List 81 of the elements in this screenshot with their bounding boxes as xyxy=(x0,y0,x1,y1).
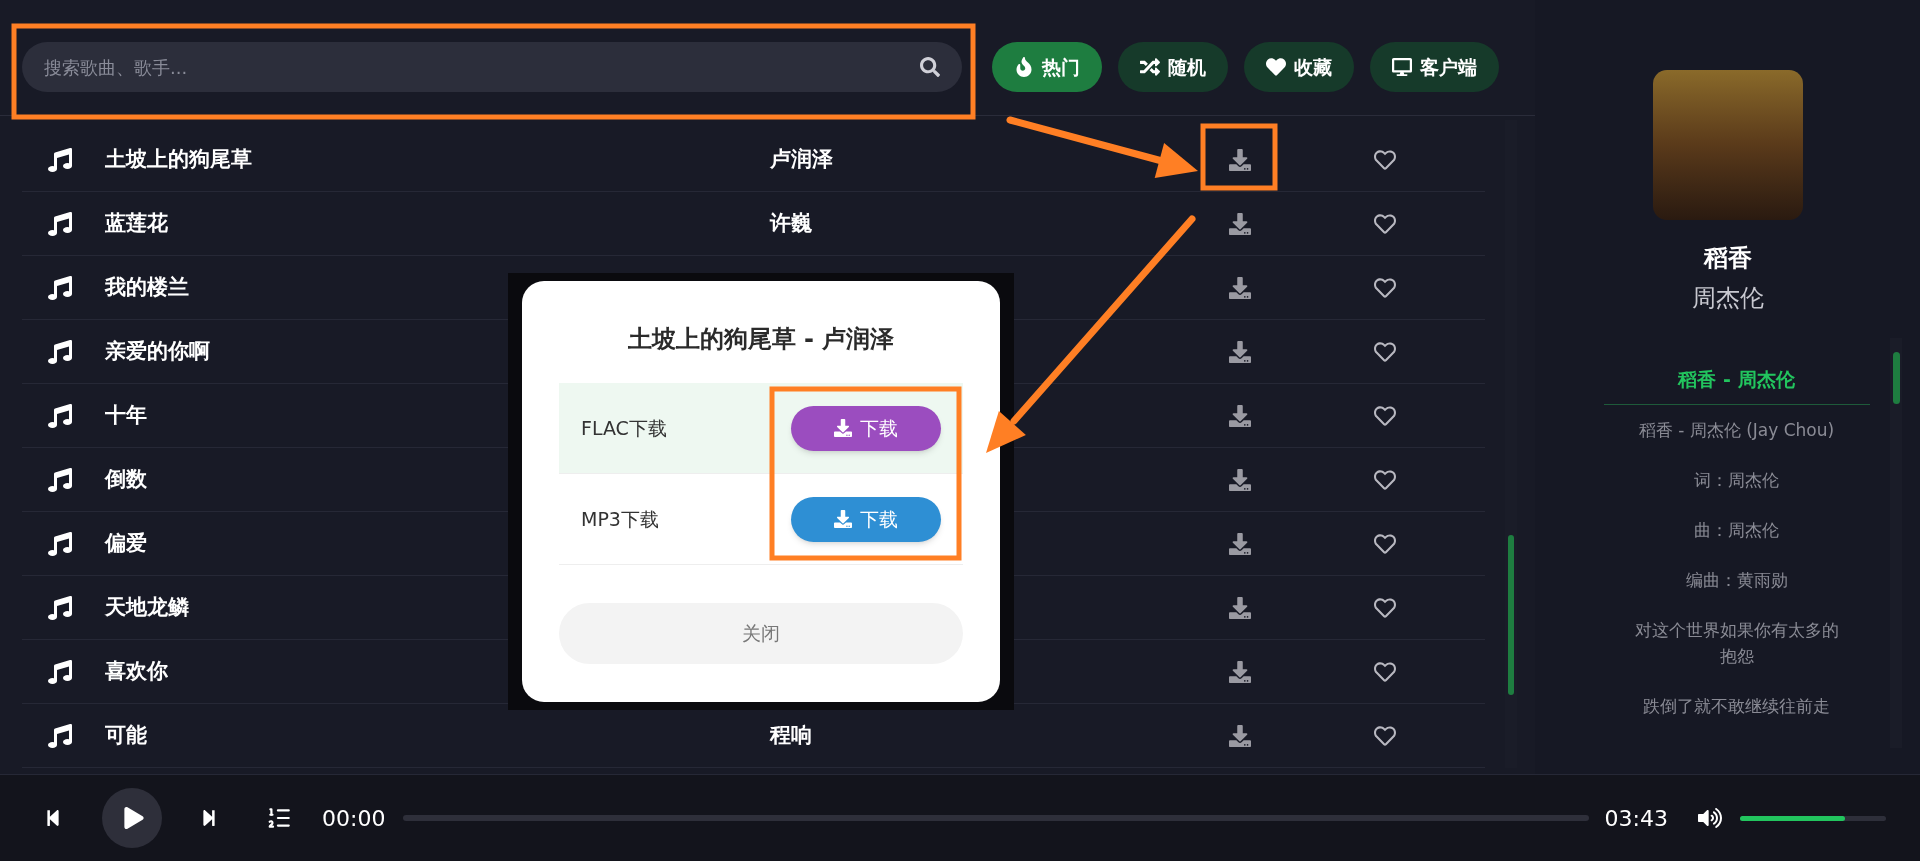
lyric-line: 稻香 - 周杰伦 xyxy=(1603,366,1870,405)
music-note-icon xyxy=(48,147,72,172)
music-note-icon xyxy=(48,211,72,236)
music-note-icon xyxy=(48,659,72,684)
music-note-icon xyxy=(48,275,72,300)
shuffle-icon xyxy=(1140,57,1160,77)
download-button[interactable]: 下载 xyxy=(791,405,941,451)
song-artist: 卢润泽 xyxy=(770,146,833,171)
dialog-title: 土坡上的狗尾草 - 卢润泽 xyxy=(627,324,895,355)
song-artist: 许巍 xyxy=(770,210,812,235)
music-note-icon xyxy=(48,403,72,428)
download-button[interactable]: 下载 xyxy=(791,496,941,542)
song-title: 十年 xyxy=(105,402,147,427)
nav-button[interactable]: 随机 xyxy=(1118,42,1228,92)
scrollbar-thumb[interactable] xyxy=(1508,535,1514,695)
song-artist: 程响 xyxy=(770,722,812,747)
download-icon[interactable] xyxy=(1229,148,1251,171)
song-title: 天地龙鳞 xyxy=(105,594,189,619)
close-button[interactable]: 关闭 xyxy=(559,603,963,664)
song-title: 蓝莲花 xyxy=(105,210,168,235)
volume-icon[interactable] xyxy=(1698,806,1722,830)
download-icon[interactable] xyxy=(1229,340,1251,363)
heart-icon[interactable] xyxy=(1374,660,1396,683)
volume-track[interactable] xyxy=(1740,815,1886,821)
flame-icon xyxy=(1014,57,1034,77)
download-icon[interactable] xyxy=(1229,724,1251,747)
lyric-line: 词：周杰伦 xyxy=(1693,469,1780,492)
search-icon[interactable] xyxy=(920,57,940,77)
playlist-icon[interactable] xyxy=(266,805,292,831)
music-note-icon xyxy=(48,595,72,620)
music-note-icon xyxy=(48,531,72,556)
download-icon[interactable] xyxy=(1229,276,1251,299)
lyric-line: 曲：周杰伦 xyxy=(1693,519,1780,542)
next-icon[interactable] xyxy=(200,809,218,827)
heart-icon[interactable] xyxy=(1374,724,1396,747)
lyric-line: 编曲：黄雨勋 xyxy=(1684,569,1789,592)
song-title: 土坡上的狗尾草 xyxy=(105,146,252,171)
lyric-line: 跌倒了就不敢继续往前走 xyxy=(1642,695,1831,718)
format-label: FLAC下载 xyxy=(581,415,667,441)
lyric-line: 对这个世界如果你有太多的抱怨 xyxy=(1633,619,1840,668)
duration: 03:43 xyxy=(1604,804,1668,833)
song-title: 亲爱的你啊 xyxy=(105,338,210,363)
heart-icon[interactable] xyxy=(1374,340,1396,363)
song-title: 我的楼兰 xyxy=(105,274,189,299)
heart-icon[interactable] xyxy=(1374,148,1396,171)
download-icon[interactable] xyxy=(1229,532,1251,555)
now-playing-artist: 周杰伦 xyxy=(1691,283,1764,314)
nav-button[interactable]: 客户端 xyxy=(1370,42,1499,92)
music-note-icon xyxy=(48,339,72,364)
heart-icon[interactable] xyxy=(1374,468,1396,491)
heart-icon[interactable] xyxy=(1374,532,1396,555)
progress-track[interactable] xyxy=(403,815,1589,821)
song-title: 可能 xyxy=(105,722,147,747)
play-icon xyxy=(123,807,145,829)
download-icon[interactable] xyxy=(1229,596,1251,619)
heart-icon[interactable] xyxy=(1374,404,1396,427)
previous-icon[interactable] xyxy=(44,809,62,827)
song-row[interactable]: 蓝莲花 许巍 xyxy=(22,192,1485,256)
download-icon xyxy=(834,419,852,437)
heart-icon xyxy=(1266,57,1286,77)
music-note-icon xyxy=(48,723,72,748)
music-note-icon xyxy=(48,467,72,492)
download-icon xyxy=(834,510,852,528)
scrollbar-thumb[interactable] xyxy=(1892,352,1900,404)
song-title: 喜欢你 xyxy=(105,658,168,683)
heart-icon[interactable] xyxy=(1374,596,1396,619)
lyric-line: 稻香 - 周杰伦 (Jay Chou) xyxy=(1637,419,1836,442)
heart-icon[interactable] xyxy=(1374,276,1396,299)
now-playing-title: 稻香 xyxy=(1703,243,1752,274)
song-title: 倒数 xyxy=(105,466,147,491)
download-icon[interactable] xyxy=(1229,404,1251,427)
download-icon[interactable] xyxy=(1229,468,1251,491)
nav-button[interactable]: 热门 xyxy=(992,42,1102,92)
download-icon[interactable] xyxy=(1229,212,1251,235)
download-icon[interactable] xyxy=(1229,660,1251,683)
song-title: 偏爱 xyxy=(105,530,147,555)
current-time: 00:00 xyxy=(322,804,386,833)
monitor-icon xyxy=(1392,57,1412,77)
heart-icon[interactable] xyxy=(1374,212,1396,235)
nav-button[interactable]: 收藏 xyxy=(1244,42,1354,92)
search-field[interactable]: 搜索歌曲、歌手... xyxy=(22,42,962,92)
